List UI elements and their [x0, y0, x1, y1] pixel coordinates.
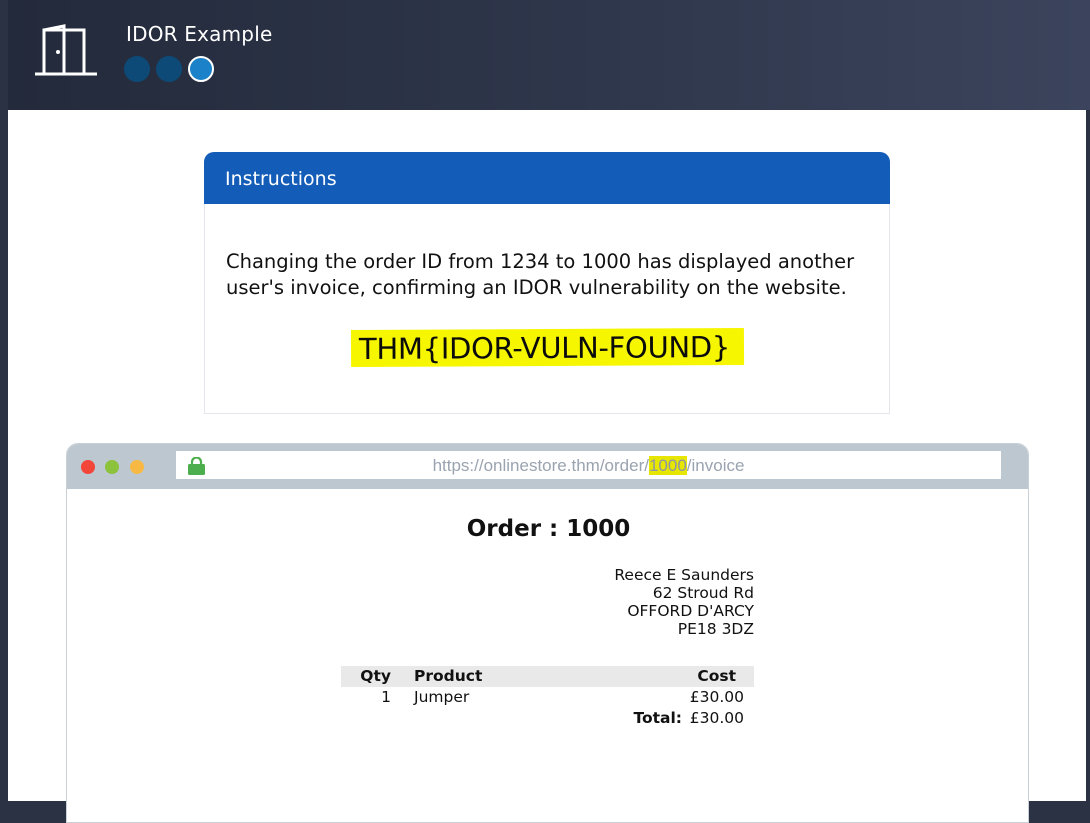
browser-mockup: https://onlinestore.thm/order/1000/invoi… [66, 443, 1029, 823]
page-header: IDOR Example [8, 0, 1090, 110]
lock-icon [188, 457, 205, 475]
total-row: Total: £30.00 [341, 708, 754, 729]
main-content: Instructions Changing the order ID from … [8, 110, 1086, 823]
column-header-qty: Qty [360, 667, 391, 685]
address-line: OFFORD D'ARCY [627, 602, 754, 620]
url-text: https://onlinestore.thm/order/1000/invoi… [176, 451, 1001, 480]
column-header-cost: Cost [697, 667, 736, 685]
flag-text: THM{IDOR-VULN-FOUND} [351, 327, 745, 368]
progress-steps [124, 56, 214, 82]
address-line: Reece E Saunders [614, 566, 754, 584]
step-indicator-2[interactable] [156, 56, 182, 82]
table-header: Qty Product Cost [341, 666, 754, 687]
column-header-product: Product [414, 667, 483, 685]
window-edge [0, 0, 8, 801]
instructions-card: Instructions Changing the order ID from … [204, 152, 890, 414]
close-dot [81, 460, 95, 474]
table-row: 1 Jumper £30.00 [341, 687, 754, 708]
window-edge-right [1086, 110, 1090, 801]
total-value: £30.00 [689, 709, 744, 727]
item-qty: 1 [381, 688, 391, 706]
step-indicator-1[interactable] [124, 56, 150, 82]
customer-address: Reece E Saunders 62 Stroud Rd OFFORD D'A… [547, 566, 754, 638]
url-suffix: /invoice [686, 456, 745, 475]
url-order-id: 1000 [648, 456, 687, 475]
url-prefix: https://onlinestore.thm/order/ [432, 456, 649, 475]
total-label: Total: [633, 709, 682, 727]
door-icon [35, 24, 97, 76]
minimize-dot [105, 460, 119, 474]
order-title: Order : 1000 [466, 516, 631, 542]
browser-toolbar: https://onlinestore.thm/order/1000/invoi… [67, 444, 1028, 489]
instructions-heading: Instructions [204, 152, 890, 204]
address-line: PE18 3DZ [677, 620, 754, 638]
address-line: 62 Stroud Rd [652, 584, 754, 602]
step-indicator-3[interactable] [188, 56, 214, 82]
page-title: IDOR Example [126, 22, 273, 46]
item-product: Jumper [414, 688, 470, 706]
item-cost: £30.00 [689, 688, 744, 706]
flag-container: THM{IDOR-VULN-FOUND} [205, 327, 891, 368]
instructions-text: Changing the order ID from 1234 to 1000 … [226, 250, 855, 299]
address-bar[interactable]: https://onlinestore.thm/order/1000/invoi… [176, 451, 1001, 479]
invoice-table: Qty Product Cost 1 Jumper £30.00 Total: … [341, 666, 754, 729]
maximize-dot [130, 460, 144, 474]
